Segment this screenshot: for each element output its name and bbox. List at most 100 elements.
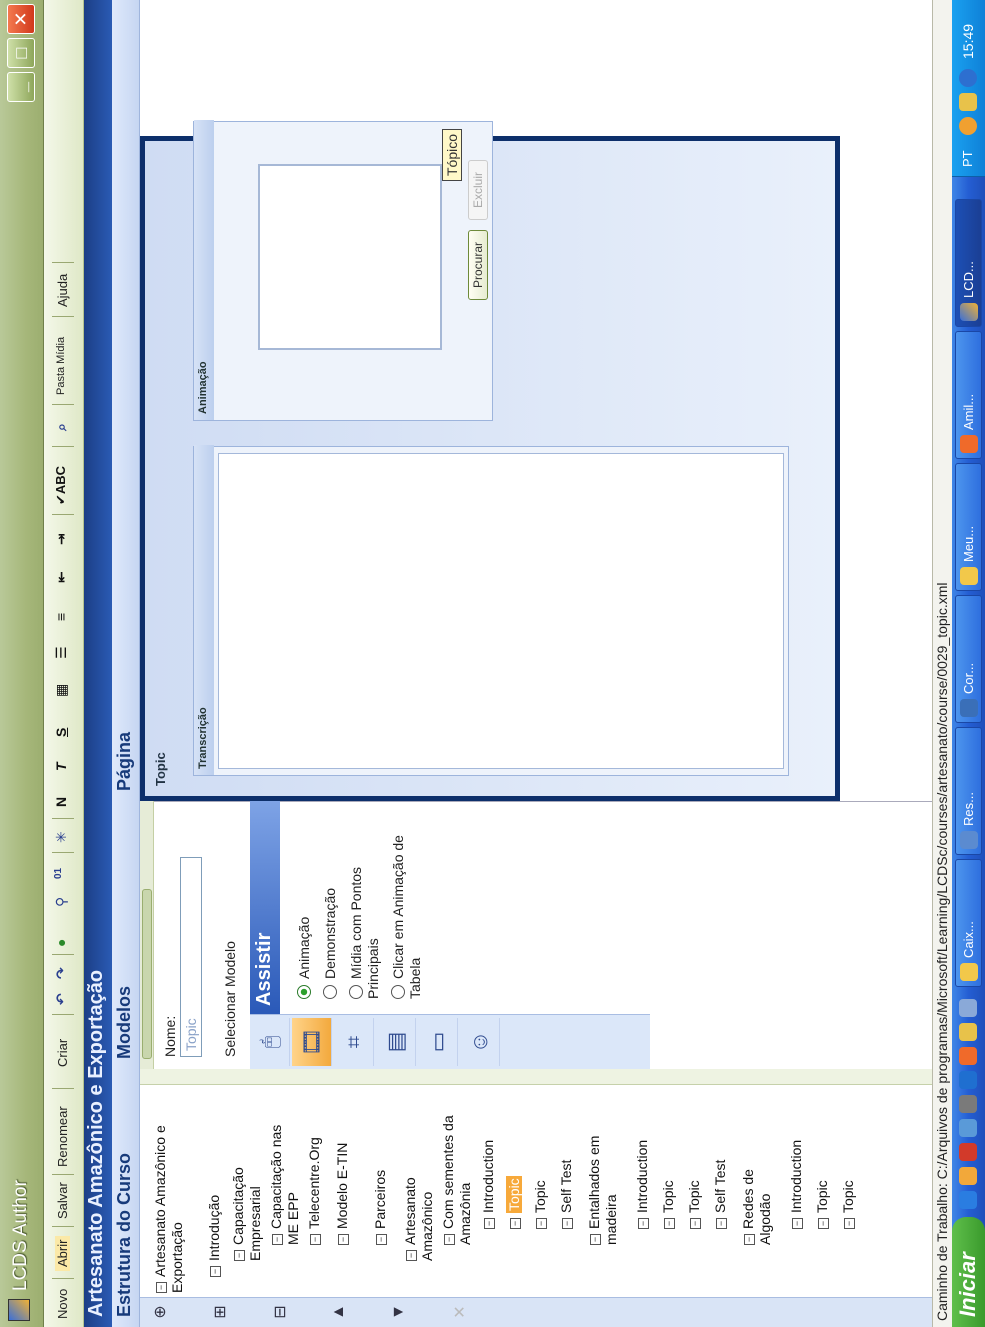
salvar-button[interactable]: Salvar xyxy=(55,1182,70,1219)
tree-item[interactable]: −Introdução xyxy=(206,1102,223,1277)
tree-item[interactable]: −Introduction xyxy=(788,1140,805,1229)
delete-node-icon[interactable]: ✕ xyxy=(450,1297,470,1327)
ie-icon[interactable] xyxy=(959,1191,977,1209)
ajuda-button[interactable]: Ajuda xyxy=(55,274,70,307)
pasta-midia-button[interactable]: Pasta Mídia xyxy=(55,337,67,395)
tree-item[interactable]: −Redes de Algodão xyxy=(740,1115,774,1245)
transcricao-textarea[interactable] xyxy=(218,453,784,769)
firefox-icon[interactable] xyxy=(959,1047,977,1065)
task-cor[interactable]: Cor... xyxy=(955,595,982,723)
novo-button[interactable]: Novo xyxy=(55,1289,70,1319)
title-bar: LCDS Author _ □ ✕ xyxy=(0,0,44,1327)
close-button[interactable]: ✕ xyxy=(7,4,35,34)
tree-item[interactable]: −Telecentre.Org xyxy=(306,1095,323,1245)
table-icon[interactable]: ▦ xyxy=(53,684,70,697)
tree-item[interactable]: −Artesanato Amazônico xyxy=(402,1111,436,1261)
task-caixa[interactable]: Caix... xyxy=(955,859,982,987)
outdent-icon[interactable]: ⇤ xyxy=(53,571,70,583)
task-amil[interactable]: Amil... xyxy=(955,331,982,459)
scroll-thumb[interactable] xyxy=(142,889,152,1059)
tree-item[interactable]: −Introduction xyxy=(634,1140,651,1229)
link-icon[interactable]: ● xyxy=(53,939,69,947)
tray-icon[interactable] xyxy=(959,117,977,135)
topic-title[interactable]: Topic xyxy=(153,752,168,786)
tree-item[interactable]: −Com sementes da Amazônia xyxy=(440,1095,474,1245)
zoom-icon[interactable]: ⌕ xyxy=(53,423,70,431)
people-icon[interactable]: ☺ xyxy=(460,1018,500,1066)
start-button[interactable]: Iniciar xyxy=(952,1217,985,1327)
tree-item[interactable]: −Capacitação nas ME EPP xyxy=(268,1105,302,1245)
option-animacao[interactable]: Animação xyxy=(296,917,313,999)
grid-icon[interactable]: ⌗ xyxy=(334,1018,374,1066)
app-icon[interactable] xyxy=(959,1023,977,1041)
move-down-icon[interactable]: ▼ xyxy=(390,1297,408,1327)
task-res[interactable]: Res... xyxy=(955,727,982,855)
option-demonstracao[interactable]: Demonstração xyxy=(322,888,339,999)
option-midia-pontos[interactable]: Mídia com Pontos Principais xyxy=(348,819,382,999)
minimize-button[interactable]: _ xyxy=(7,72,35,102)
underline-button[interactable]: S xyxy=(53,728,69,737)
undo-icon[interactable]: ↶ xyxy=(53,993,70,1005)
toolbar-separator xyxy=(52,954,74,955)
mouse-icon[interactable]: 🖰 xyxy=(250,1018,290,1066)
tree-item[interactable]: −Topic xyxy=(686,1180,703,1229)
film-icon[interactable]: 🎞 xyxy=(292,1018,332,1066)
slides-icon[interactable]: ▭ xyxy=(418,1018,458,1066)
maximize-button[interactable]: □ xyxy=(7,38,35,68)
procurar-button[interactable]: Procurar xyxy=(468,230,488,300)
nome-input[interactable] xyxy=(180,857,202,1057)
move-up-icon[interactable]: ▲ xyxy=(330,1297,348,1327)
spellcheck-button[interactable]: ✔ABC xyxy=(53,466,69,505)
task-lcds[interactable]: LCD... xyxy=(955,199,982,327)
add-sibling-icon[interactable]: ⊟ xyxy=(270,1297,290,1327)
tree-item[interactable]: −Entalhados em madeira xyxy=(586,1095,620,1245)
tree-item[interactable]: −Parceiros xyxy=(372,1105,389,1245)
tree-item[interactable]: −Topic xyxy=(840,1180,857,1229)
bold-button[interactable]: N xyxy=(53,797,69,807)
attach-icon[interactable]: ⚲ xyxy=(53,897,70,907)
add-node-icon[interactable]: ⊕ xyxy=(150,1297,170,1327)
tray-icon[interactable] xyxy=(959,93,977,111)
models-scrollbar[interactable] xyxy=(140,801,154,1069)
option-clicar-animacao[interactable]: Clicar em Animação de Tabela xyxy=(390,819,424,999)
template-selector: 🖰 🎞 ⌗ ▤ ▭ ☺ Assistir Animação Demonstraç… xyxy=(250,801,650,1069)
indent-icon[interactable]: ⇥ xyxy=(53,533,70,545)
task-meu[interactable]: Meu... xyxy=(955,463,982,591)
bullet-list-icon[interactable]: ≡ xyxy=(53,613,69,621)
tree-item[interactable]: −Topic xyxy=(532,1180,549,1229)
toolbar-separator xyxy=(52,316,74,317)
tree-item[interactable]: −Modelo E-TIN xyxy=(334,1105,351,1245)
tree-item[interactable]: −Self Test xyxy=(558,1160,575,1229)
document-icon[interactable]: ▤ xyxy=(376,1018,416,1066)
app-icon[interactable] xyxy=(959,1071,977,1089)
app-icon[interactable] xyxy=(959,1119,977,1137)
language-indicator[interactable]: PT xyxy=(960,150,975,167)
toolbar-separator xyxy=(52,852,74,853)
tree-item-selected[interactable]: −Topic xyxy=(506,1176,523,1229)
app-icon[interactable] xyxy=(959,1095,977,1113)
renomear-button[interactable]: Renomear xyxy=(55,1106,70,1167)
status-bar: Caminho de Trabalho: C:/Arquivos de prog… xyxy=(932,0,952,1327)
criar-button[interactable]: Criar xyxy=(55,1039,70,1067)
models-panel: Modelos Nome: Selecionar Modelo 🖰 🎞 ⌗ ▤ … xyxy=(112,801,932,1069)
excluir-button[interactable]: Excluir xyxy=(468,160,488,220)
tray-icon[interactable] xyxy=(959,69,977,87)
italic-button[interactable]: T xyxy=(53,762,69,771)
tree-item[interactable]: −Introduction xyxy=(480,1140,497,1229)
folder-icon[interactable] xyxy=(959,1167,977,1185)
app-icon[interactable] xyxy=(959,999,977,1017)
add-child-icon[interactable]: ⊞ xyxy=(210,1297,230,1327)
tree-item[interactable]: −Capacitação Empresarial xyxy=(230,1101,264,1261)
numbered-list-icon[interactable]: ☰ xyxy=(53,646,70,659)
tree-item[interactable]: −Topic xyxy=(660,1180,677,1229)
binary-icon[interactable]: 01 xyxy=(53,868,64,879)
tree-scrollbar[interactable] xyxy=(140,1069,932,1085)
app-icon[interactable] xyxy=(959,1143,977,1161)
abrir-button[interactable]: Abrir xyxy=(55,1235,70,1271)
symbol-icon[interactable]: ✳ xyxy=(53,831,70,843)
tree-item[interactable]: −Self Test xyxy=(712,1160,729,1229)
taskbar: Iniciar Caix... Res... Cor... Meu... Ami… xyxy=(952,0,985,1327)
tree-item[interactable]: −Artesanato Amazônico e Exportação xyxy=(152,1103,186,1293)
redo-icon[interactable]: ↷ xyxy=(53,967,70,979)
tree-item[interactable]: −Topic xyxy=(814,1180,831,1229)
